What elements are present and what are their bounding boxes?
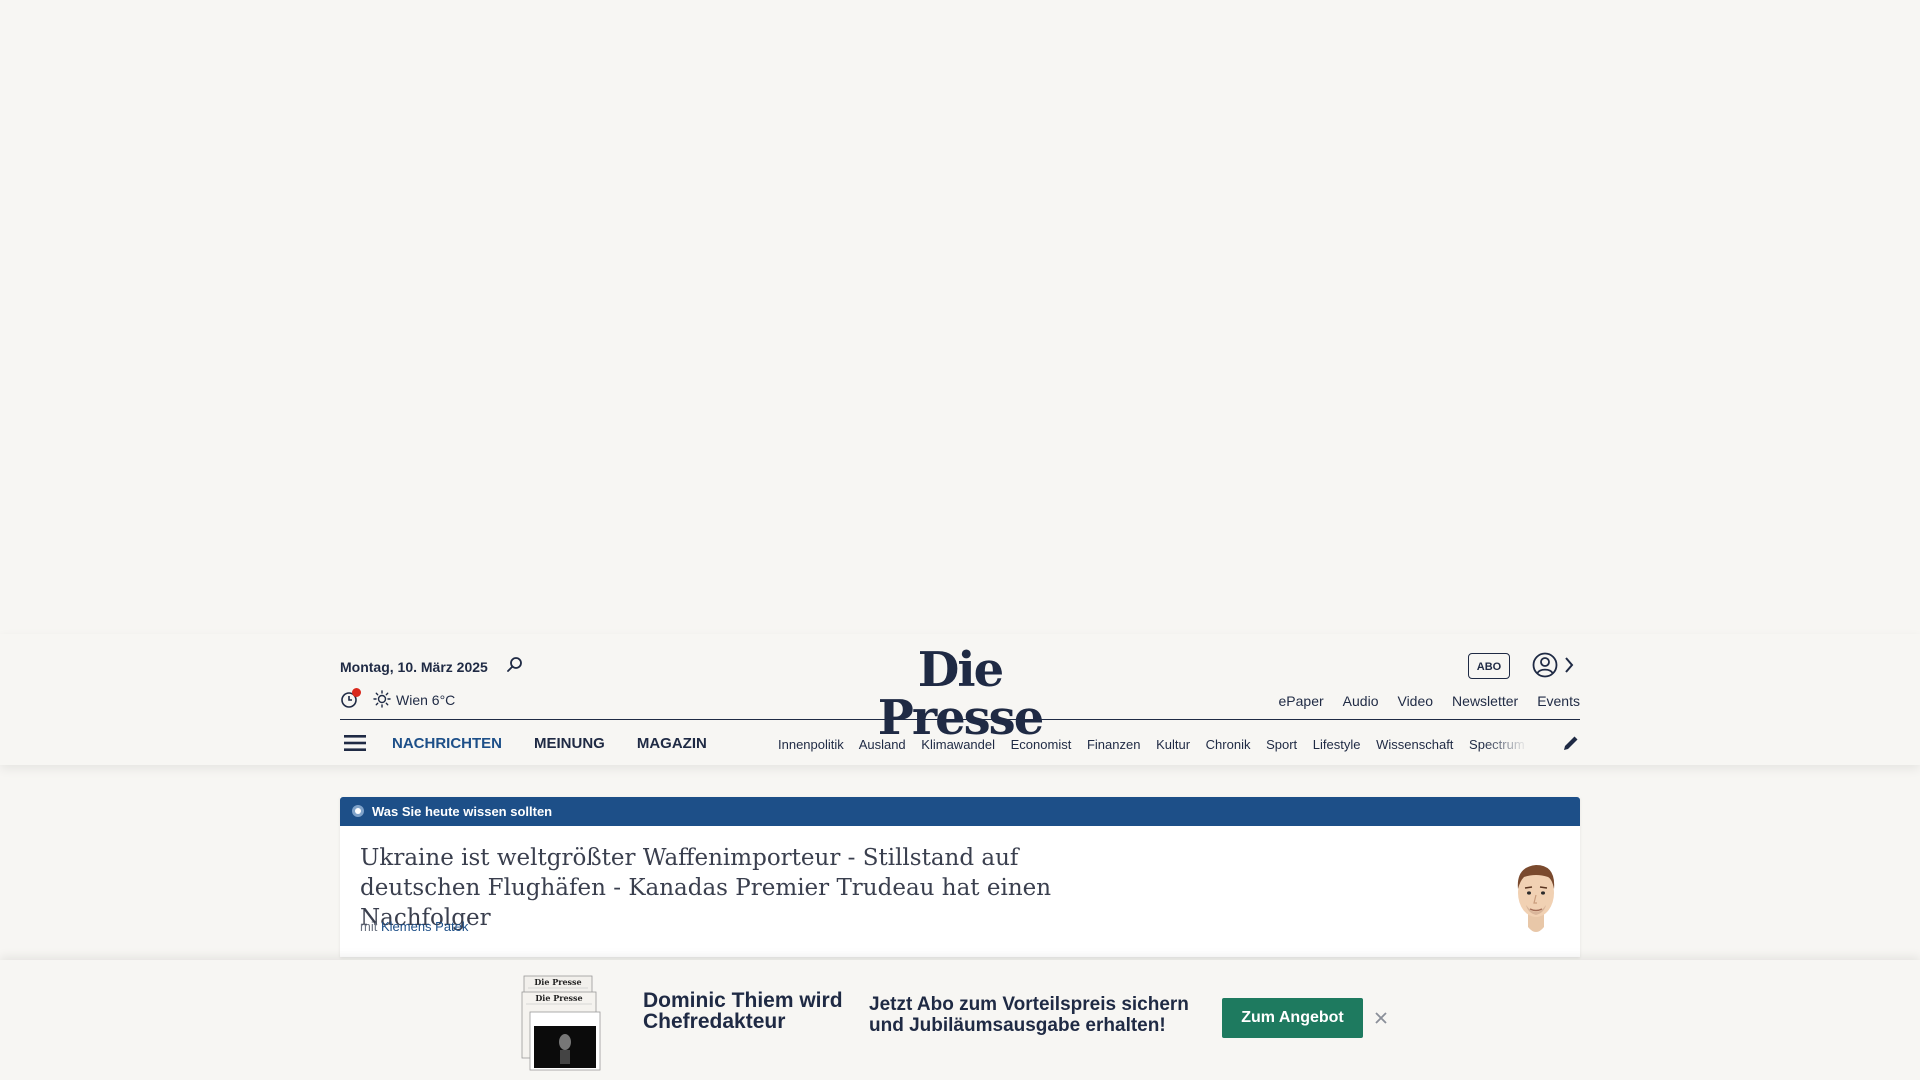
section-kultur[interactable]: Kultur bbox=[1156, 737, 1190, 752]
main-nav-nachrichten[interactable]: NACHRICHTEN bbox=[392, 735, 502, 752]
section-spectrum[interactable]: Spectrum bbox=[1469, 737, 1525, 752]
banner-text: Jetzt Abo zum Vorteilspreis sichern und … bbox=[869, 994, 1189, 1036]
section-sport[interactable]: Sport bbox=[1266, 737, 1297, 752]
site-logo[interactable]: Die Presse bbox=[858, 646, 1062, 742]
section-klimawandel[interactable]: Klimawandel bbox=[921, 737, 995, 752]
abo-button[interactable]: ABO bbox=[1468, 653, 1510, 679]
section-innenpolitik[interactable]: Innenpolitik bbox=[778, 737, 844, 752]
section-nav: Innenpolitik Ausland Klimawandel Economi… bbox=[778, 737, 1528, 752]
header-divider bbox=[340, 719, 1580, 720]
section-finanzen[interactable]: Finanzen bbox=[1087, 737, 1140, 752]
top-link-newsletter[interactable]: Newsletter bbox=[1452, 693, 1518, 709]
close-icon[interactable] bbox=[1373, 1010, 1389, 1026]
section-lifestyle[interactable]: Lifestyle bbox=[1313, 737, 1361, 752]
offer-button[interactable]: Zum Angebot bbox=[1222, 998, 1363, 1038]
daily-briefing-card[interactable]: Was Sie heute wissen sollten Ukraine ist… bbox=[340, 797, 1580, 957]
chevron-right-icon[interactable] bbox=[1562, 656, 1576, 674]
banner-title: Dominic Thiem wird Chefredakteur bbox=[643, 989, 843, 1033]
top-link-events[interactable]: Events bbox=[1537, 693, 1580, 709]
briefing-byline: mit Klemens Patek bbox=[360, 919, 468, 934]
top-link-video[interactable]: Video bbox=[1397, 693, 1433, 709]
byline-prefix: mit bbox=[360, 919, 378, 934]
top-link-epaper[interactable]: ePaper bbox=[1279, 693, 1324, 709]
menu-icon[interactable] bbox=[344, 734, 366, 752]
svg-text:Die Presse: Die Presse bbox=[534, 977, 581, 987]
current-date: Montag, 10. März 2025 bbox=[340, 659, 488, 675]
subscription-banner: Die Presse Die Presse Dominic Thiem wird… bbox=[0, 960, 1920, 1080]
newspaper-thumbnail: Die Presse Die Presse bbox=[521, 975, 601, 1071]
main-nav-meinung[interactable]: MEINUNG bbox=[534, 735, 605, 752]
author-link[interactable]: Klemens Patek bbox=[381, 919, 468, 934]
briefing-bar: Was Sie heute wissen sollten bbox=[340, 797, 1580, 826]
user-icon[interactable] bbox=[1532, 652, 1558, 678]
svg-text:Die Presse: Die Presse bbox=[535, 993, 582, 1003]
section-wissenschaft[interactable]: Wissenschaft bbox=[1376, 737, 1453, 752]
top-links: ePaper Audio Video Newsletter Events bbox=[1279, 693, 1580, 709]
live-dot-icon bbox=[352, 805, 364, 817]
pencil-icon[interactable] bbox=[1562, 734, 1580, 752]
briefing-label: Was Sie heute wissen sollten bbox=[372, 804, 553, 819]
section-economist[interactable]: Economist bbox=[1011, 737, 1072, 752]
main-nav-magazin[interactable]: MAGAZIN bbox=[637, 735, 707, 752]
sun-icon bbox=[373, 690, 391, 708]
section-chronik[interactable]: Chronik bbox=[1206, 737, 1251, 752]
top-link-audio[interactable]: Audio bbox=[1343, 693, 1379, 709]
site-header: Montag, 10. März 2025 Wien 6°C Die Press… bbox=[0, 634, 1920, 765]
header-inner: Montag, 10. März 2025 Wien 6°C Die Press… bbox=[340, 634, 1580, 765]
main-nav: NACHRICHTEN MEINUNG MAGAZIN bbox=[392, 735, 707, 752]
section-ausland[interactable]: Ausland bbox=[859, 737, 906, 752]
weather-label[interactable]: Wien 6°C bbox=[396, 692, 455, 708]
notification-dot bbox=[352, 688, 361, 697]
search-icon[interactable] bbox=[506, 656, 524, 674]
briefing-headline[interactable]: Ukraine ist weltgrößter Waffenimporteur … bbox=[360, 843, 1100, 933]
author-avatar bbox=[1517, 865, 1555, 932]
